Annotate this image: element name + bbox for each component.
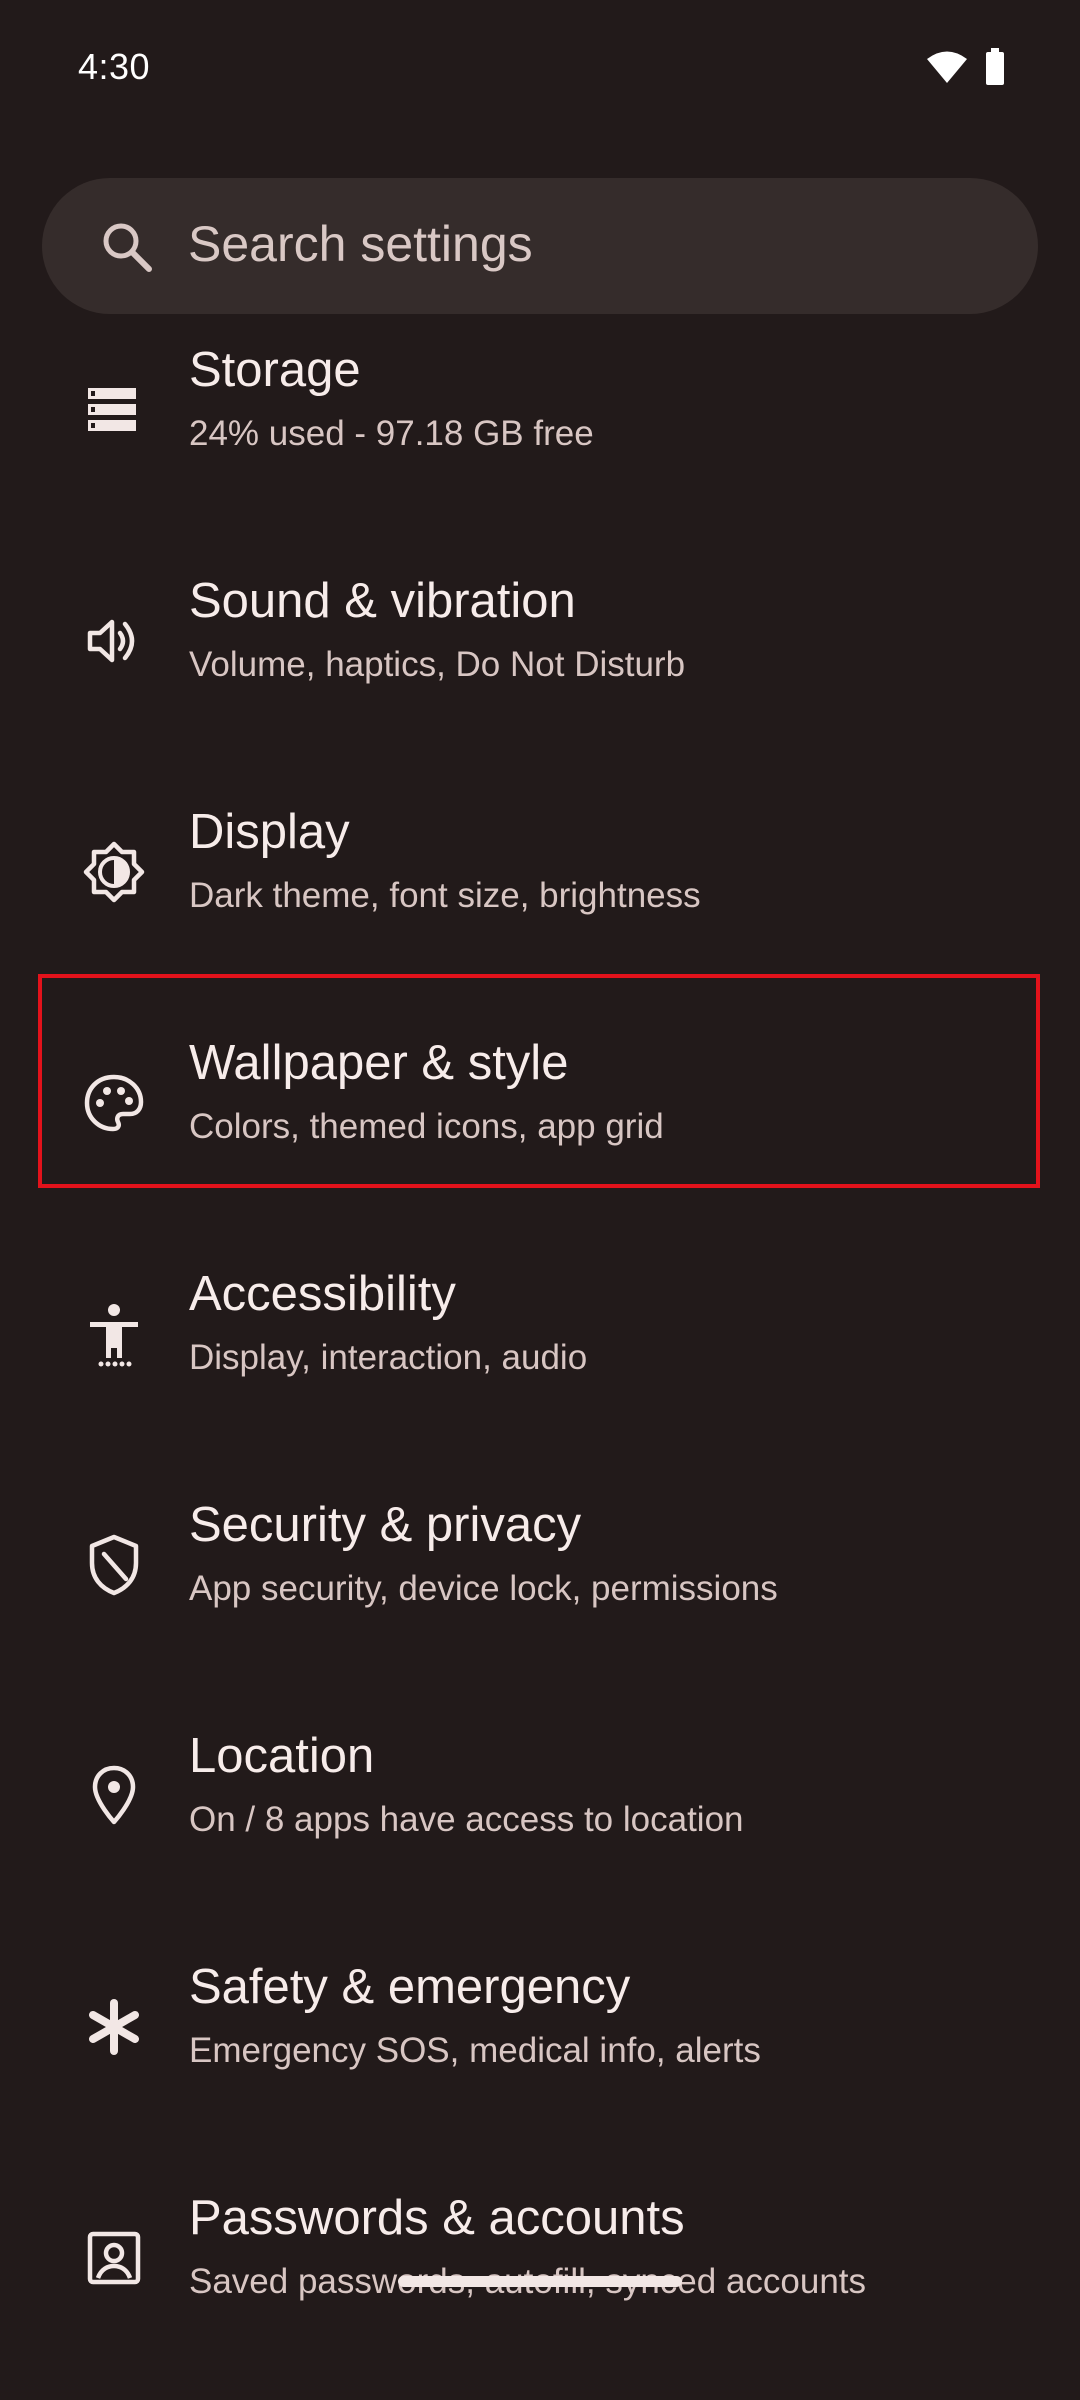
brightness-icon	[83, 841, 145, 903]
status-time: 4:30	[78, 46, 151, 87]
navigation-handle[interactable]	[398, 2276, 682, 2287]
volume-icon	[87, 619, 135, 663]
accessibility-icon	[90, 1304, 138, 1367]
settings-item-location[interactable]: Location On / 8 apps have access to loca…	[0, 1692, 1080, 1923]
settings-item-title: Location	[189, 1729, 375, 1783]
shield-icon	[89, 1534, 139, 1596]
settings-item-title: Passwords & accounts	[189, 2191, 685, 2245]
settings-item-summary: Volume, haptics, Do Not Disturb	[189, 645, 686, 684]
settings-item-title: Safety & emergency	[189, 1960, 631, 2014]
settings-item-summary: Emergency SOS, medical info, alerts	[189, 2031, 761, 2070]
status-bar: 4:30	[0, 0, 1080, 130]
settings-item-summary: Display, interaction, audio	[189, 1338, 588, 1377]
settings-item-security-privacy[interactable]: Security & privacy App security, device …	[0, 1461, 1080, 1692]
location-pin-icon	[92, 1765, 136, 1825]
highlight-box	[38, 974, 1040, 1188]
settings-item-safety-emergency[interactable]: Safety & emergency Emergency SOS, medica…	[0, 1923, 1080, 2154]
wifi-icon	[927, 51, 967, 83]
account-box-icon	[87, 2231, 141, 2285]
storage-icon	[88, 388, 136, 431]
settings-list: Storage 24% used - 97.18 GB free Sound &…	[0, 330, 1080, 2340]
settings-item-summary: App security, device lock, permissions	[189, 1569, 778, 1608]
settings-item-sound-vibration[interactable]: Sound & vibration Volume, haptics, Do No…	[0, 537, 1080, 768]
asterisk-icon	[89, 1999, 139, 2055]
settings-item-summary: 24% used - 97.18 GB free	[189, 414, 594, 453]
battery-icon	[986, 48, 1004, 85]
search-icon	[103, 223, 152, 272]
settings-item-summary: Dark theme, font size, brightness	[189, 876, 701, 915]
settings-item-title: Security & privacy	[189, 1498, 582, 1552]
settings-item-title: Display	[189, 805, 350, 859]
settings-item-title: Storage	[189, 343, 361, 397]
settings-item-title: Accessibility	[189, 1267, 456, 1321]
settings-item-title: Sound & vibration	[189, 574, 576, 628]
settings-item-passwords-accounts[interactable]: Passwords & accounts Saved passwords, au…	[0, 2154, 1080, 2340]
search-placeholder: Search settings	[188, 216, 533, 272]
settings-list-viewport[interactable]: Storage 24% used - 97.18 GB free Sound &…	[0, 330, 1080, 2340]
settings-item-display[interactable]: Display Dark theme, font size, brightnes…	[0, 768, 1080, 999]
search-bar[interactable]: Search settings	[42, 178, 1038, 314]
settings-item-summary: On / 8 apps have access to location	[189, 1800, 744, 1839]
settings-item-accessibility[interactable]: Accessibility Display, interaction, audi…	[0, 1230, 1080, 1461]
settings-item-storage[interactable]: Storage 24% used - 97.18 GB free	[0, 330, 1080, 537]
